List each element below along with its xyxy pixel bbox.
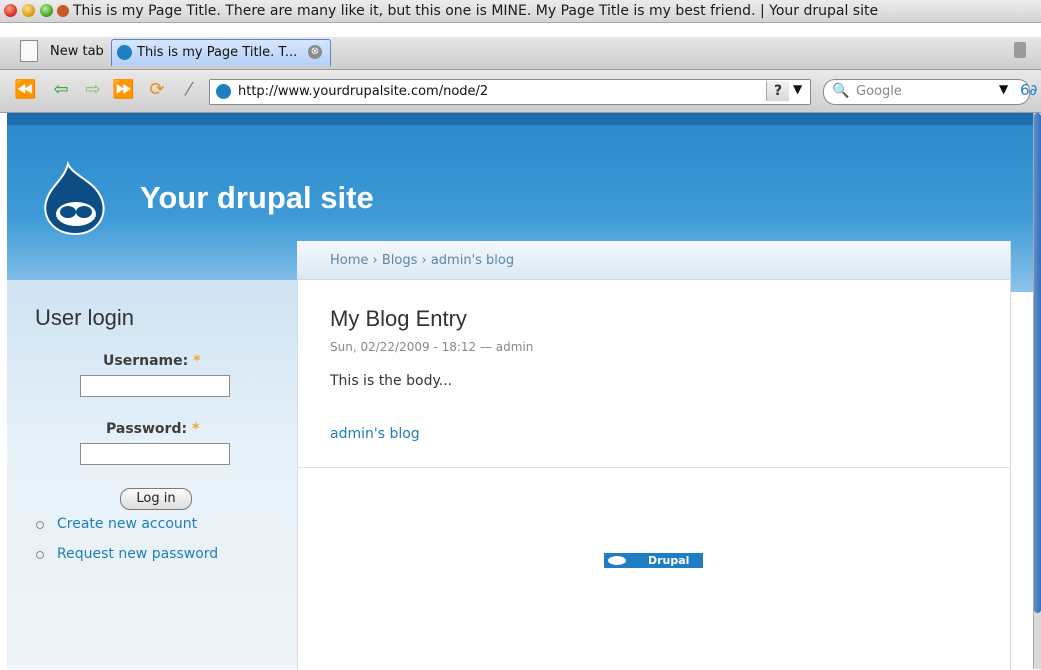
back-button[interactable]: ⇦ [50, 80, 72, 100]
required-marker: * [193, 353, 201, 369]
chevron-down-icon[interactable]: ▼ [793, 82, 802, 96]
new-tab-icon[interactable] [20, 40, 38, 62]
window-title: This is my Page Title. There are many li… [73, 3, 879, 19]
reload-button[interactable]: ⟳ [146, 80, 168, 100]
powered-by-drupal-badge[interactable]: Drupal [604, 553, 703, 568]
username-label: Username: * [103, 353, 200, 369]
username-label-text: Username: [103, 353, 189, 369]
divider [298, 467, 1010, 468]
drupal-logo-icon[interactable] [38, 160, 114, 236]
document-icon [57, 5, 69, 17]
password-label: Password: * [106, 421, 199, 437]
tab-close-icon[interactable]: ⊗ [308, 45, 322, 59]
breadcrumb[interactable]: Home › Blogs › admin's blog [330, 253, 514, 268]
log-in-button[interactable]: Log in [120, 488, 192, 510]
tab-active-label: This is my Page Title. T... [137, 45, 298, 60]
scrollbar-thumb[interactable] [1034, 113, 1041, 613]
request-password-link[interactable]: Request new password [57, 546, 218, 562]
node-submitted-info: Sun, 02/22/2009 - 18:12 — admin [330, 340, 534, 354]
chevron-down-icon[interactable]: ▼ [999, 82, 1008, 96]
search-icon: 🔍 [832, 83, 850, 99]
search-field[interactable]: 🔍 Google ▼ [823, 79, 1030, 105]
stop-button[interactable]: ⁄ [178, 80, 200, 100]
close-window-button[interactable] [4, 4, 17, 17]
drupal-favicon-icon [216, 84, 231, 99]
create-account-link[interactable]: Create new account [57, 516, 197, 532]
bullet-icon [36, 551, 44, 559]
sidebar-left [7, 280, 297, 669]
minimize-window-button[interactable] [22, 4, 35, 17]
username-input[interactable] [80, 375, 230, 397]
tab-active[interactable]: This is my Page Title. T... ⊗ [111, 39, 331, 66]
password-label-text: Password: [106, 421, 188, 437]
drupal-favicon-icon [117, 45, 132, 60]
url-text[interactable]: http://www.yourdrupalsite.com/node/2 [238, 84, 488, 99]
extension-icon[interactable]: 6∂ [1020, 81, 1037, 99]
address-bar[interactable]: http://www.yourdrupalsite.com/node/2 ? ▼ [209, 79, 811, 105]
bullet-icon [36, 521, 44, 529]
help-button[interactable]: ? [766, 81, 789, 101]
password-input[interactable] [80, 443, 230, 465]
forward-button[interactable]: ⇨ [82, 80, 104, 100]
site-name[interactable]: Your drupal site [140, 180, 374, 216]
rewind-icon[interactable]: ⏪ [14, 80, 36, 100]
drupal-drop-icon [608, 556, 626, 565]
blog-link[interactable]: admin's blog [330, 426, 420, 442]
powered-by-label: Drupal [648, 554, 690, 567]
fast-forward-icon[interactable]: ⏩ [112, 80, 134, 100]
node-body: This is the body... [330, 373, 453, 389]
page-title: My Blog Entry [330, 306, 467, 331]
zoom-window-button[interactable] [40, 4, 53, 17]
trash-icon[interactable] [1014, 42, 1026, 58]
search-placeholder[interactable]: Google [856, 84, 902, 99]
new-tab-button[interactable]: New tab [50, 44, 104, 59]
required-marker: * [191, 421, 200, 437]
user-login-title: User login [35, 305, 135, 330]
